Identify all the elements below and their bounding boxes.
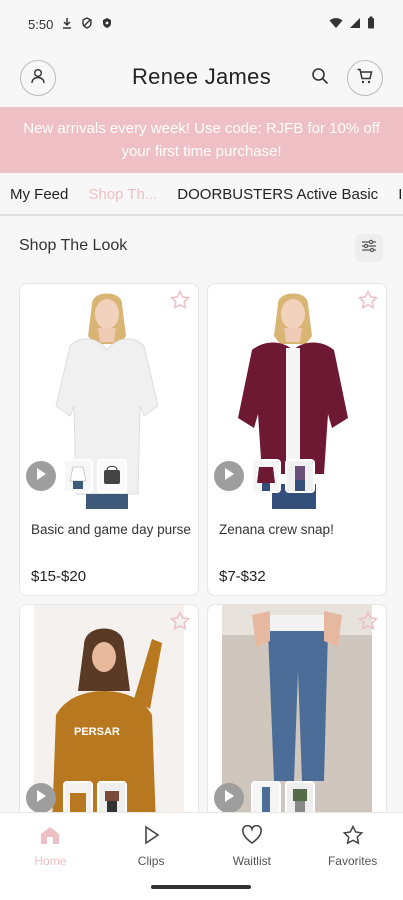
tab-shop-the-look[interactable]: Shop Th... (78, 174, 167, 214)
nav-favorites[interactable]: Favorites (302, 813, 403, 900)
nav-clips-label: Clips (137, 854, 165, 868)
product-title: Zenana crew snap! (219, 522, 334, 537)
favorite-star-icon[interactable] (169, 610, 191, 636)
play-icon (223, 789, 235, 808)
look-thumbnail[interactable] (285, 781, 315, 815)
look-thumbnail[interactable] (63, 459, 93, 493)
play-icon (140, 825, 162, 848)
brand-title: Renee James (131, 64, 272, 89)
look-thumbnail[interactable] (285, 459, 315, 493)
product-card[interactable] (207, 604, 387, 824)
play-icon (35, 467, 47, 486)
nav-favorites-label: Favorites (327, 854, 378, 868)
cart-button[interactable] (347, 60, 383, 96)
shield-icon (101, 17, 113, 32)
play-icon (223, 467, 235, 486)
battery-icon (367, 16, 375, 32)
cart-icon (356, 67, 374, 90)
favorite-star-icon[interactable] (169, 289, 191, 315)
app-header: Renee James (0, 56, 403, 102)
home-indicator[interactable] (151, 885, 251, 889)
product-title: Basic and game day purse (31, 522, 191, 537)
tab-my-feed[interactable]: My Feed (0, 174, 78, 214)
promo-banner[interactable]: New arrivals every week! Use code: RJFB … (0, 107, 403, 173)
look-thumbnail[interactable] (97, 781, 127, 815)
play-video-button[interactable] (214, 461, 244, 491)
search-icon (311, 67, 329, 90)
svg-text:PERSAR: PERSAR (74, 726, 120, 738)
wifi-icon (329, 17, 343, 32)
category-tabs: My Feed Shop Th... DOORBUSTERS Active Ba… (0, 174, 403, 216)
nav-home-label: Home (34, 854, 67, 868)
tab-more[interactable]: I (388, 174, 403, 214)
signal-icon (349, 17, 361, 32)
play-video-button[interactable] (26, 783, 56, 813)
home-icon (39, 825, 61, 848)
play-icon (35, 789, 47, 808)
nav-waitlist-label: Waitlist (232, 854, 271, 868)
product-card[interactable]: PERSAR (19, 604, 199, 824)
look-thumbnail[interactable] (97, 459, 127, 493)
look-thumbnail[interactable] (63, 781, 93, 815)
product-price: $15-$20 (31, 568, 87, 585)
play-video-button[interactable] (26, 461, 56, 491)
tab-doorbusters[interactable]: DOORBUSTERS Active Basic (167, 174, 388, 214)
favorite-star-icon[interactable] (357, 610, 379, 636)
star-icon (342, 824, 364, 848)
filter-icon (361, 239, 377, 258)
status-time: 5:50 (28, 16, 54, 32)
play-video-button[interactable] (214, 783, 244, 813)
download-icon (61, 17, 73, 32)
product-card[interactable]: Basic and game day purse $15-$20 (19, 283, 199, 596)
look-thumbnail[interactable] (251, 781, 281, 815)
search-button[interactable] (306, 64, 334, 92)
nav-home[interactable]: Home (0, 813, 101, 900)
favorite-star-icon[interactable] (357, 289, 379, 315)
status-bar: 5:50 (0, 0, 403, 48)
section-title: Shop The Look (19, 237, 128, 254)
product-card[interactable]: Zenana crew snap! $7-$32 (207, 283, 387, 596)
look-thumbnail[interactable] (251, 459, 281, 493)
filter-button[interactable] (355, 234, 383, 262)
product-price: $7-$32 (219, 568, 266, 585)
vpn-icon (81, 16, 93, 32)
heart-icon (241, 824, 263, 848)
